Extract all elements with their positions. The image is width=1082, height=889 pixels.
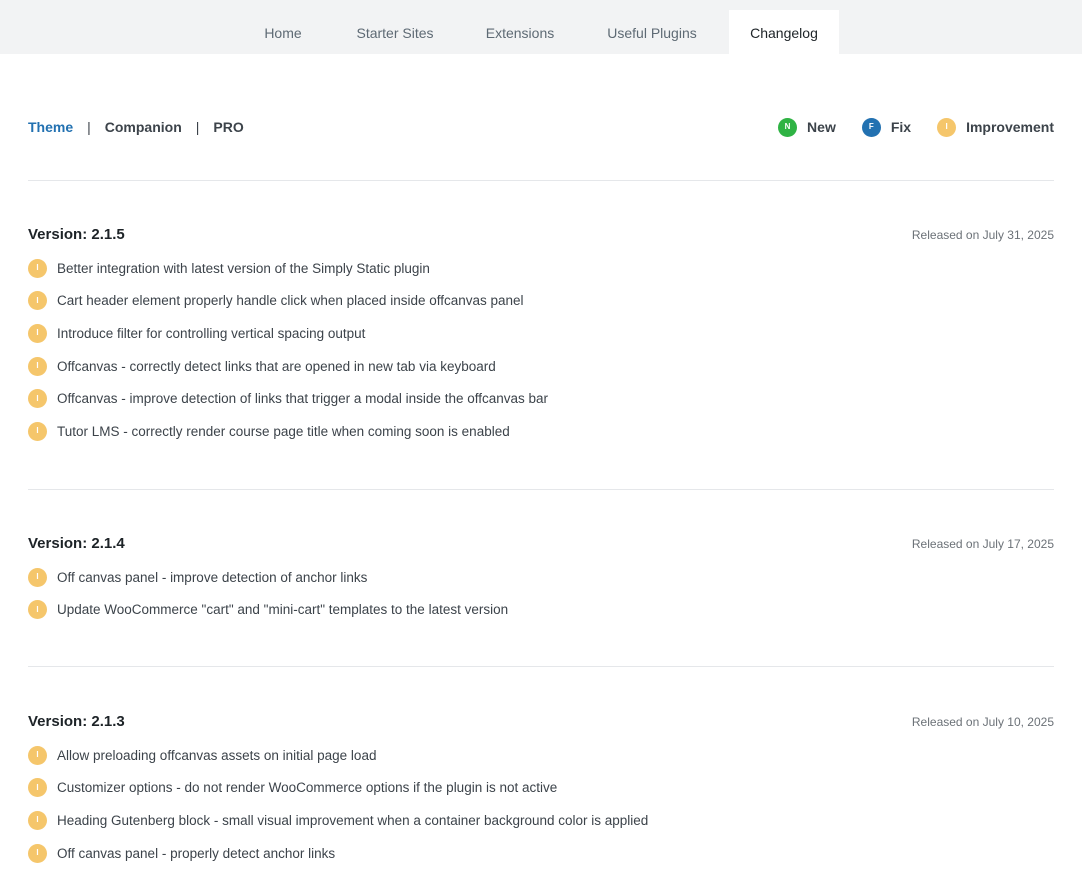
list-item: I Heading Gutenberg block - small visual … [28,804,1054,837]
change-text: Heading Gutenberg block - small visual i… [57,812,649,828]
improvement-badge-icon: I [28,356,47,376]
version-title: Version: 2.1.3 [28,713,125,730]
improvement-badge-icon: I [28,843,47,863]
improvement-badge-icon: I [28,778,47,798]
change-text: Better integration with latest version o… [57,260,430,276]
change-text: Update WooCommerce "cart" and "mini-cart… [57,602,509,618]
change-list: I Allow preloading offcanvas assets on in… [28,739,1054,869]
improvement-badge-icon: I [28,567,47,587]
improvement-badge-icon: I [28,600,47,620]
improvement-badge-icon: I [937,117,957,137]
improvement-badge-icon: I [28,745,47,765]
changelog-subnav: Theme | Companion | PRO [28,118,244,136]
change-list: I Off canvas panel - improve detection of… [28,561,1054,626]
version-title: Version: 2.1.5 [28,226,125,243]
improvement-badge-icon: I [28,323,47,343]
change-text: Offcanvas - improve detection of links t… [57,391,549,407]
version-block: Version: 2.1.3 Released on July 10, 2025… [28,711,1054,869]
list-item: I Update WooCommerce "cart" and "mini-car… [28,594,1054,627]
legend-improvement: I Improvement [937,117,1054,137]
release-date: Released on July 10, 2025 [911,715,1054,729]
legend-new-label: New [807,119,836,135]
list-item: I Cart header element properly handle cli… [28,285,1054,318]
list-item: I Introduce filter for controlling vertic… [28,317,1054,350]
legend-fix-label: Fix [890,119,912,135]
improvement-badge-icon: I [28,810,47,830]
top-tab-bar: Home Starter Sites Extensions Useful Plu… [0,0,1082,54]
change-text: Off canvas panel - properly detect ancho… [57,845,336,861]
improvement-badge-icon: I [28,389,47,409]
divider [28,666,1054,667]
legend-fix: F Fix [861,117,912,137]
change-text: Customizer options - do not render WooCo… [57,780,558,796]
tab-changelog[interactable]: Changelog [729,10,839,54]
change-text: Offcanvas - correctly detect links that … [57,358,496,374]
list-item: I Off canvas panel - improve detection of… [28,561,1054,594]
subnav-separator: | [87,119,91,135]
list-item: I Offcanvas - improve detection of links … [28,382,1054,415]
tab-home[interactable]: Home [237,10,329,54]
improvement-badge-icon: I [28,291,47,311]
tab-starter-sites[interactable]: Starter Sites [337,10,453,54]
list-item: I Allow preloading offcanvas assets on in… [28,739,1054,772]
fix-badge-icon: F [861,117,881,137]
list-item: I Better integration with latest version … [28,252,1054,285]
new-badge-icon: N [778,117,798,137]
improvement-badge-icon: I [28,258,47,278]
change-text: Allow preloading offcanvas assets on ini… [57,747,377,763]
change-list: I Better integration with latest version … [28,252,1054,448]
improvement-badge-icon: I [28,421,47,441]
change-text: Off canvas panel - improve detection of … [57,569,368,585]
divider [28,180,1054,181]
subnav-theme-link[interactable]: Theme [28,118,73,136]
subnav-pro-link[interactable]: PRO [213,118,243,136]
release-date: Released on July 31, 2025 [911,228,1054,242]
list-item: I Offcanvas - correctly detect links that… [28,350,1054,383]
list-item: I Off canvas panel - properly detect anch… [28,837,1054,870]
change-text: Introduce filter for controlling vertica… [57,325,366,341]
version-block: Version: 2.1.5 Released on July 31, 2025… [28,224,1054,448]
list-item: I Customizer options - do not render WooC… [28,772,1054,805]
divider [28,489,1054,490]
version-block: Version: 2.1.4 Released on July 17, 2025… [28,533,1054,626]
version-title: Version: 2.1.4 [28,535,125,552]
release-date: Released on July 17, 2025 [911,537,1054,551]
subnav-separator: | [195,119,200,135]
tab-useful-plugins[interactable]: Useful Plugins [586,10,718,54]
legend-new: N New [778,117,836,137]
change-text: Tutor LMS - correctly render course page… [57,423,510,439]
tab-extensions[interactable]: Extensions [463,10,577,54]
changelog-legend: N New F Fix I Improvement [752,117,1054,137]
subnav-companion-link[interactable]: Companion [105,118,182,136]
change-text: Cart header element properly handle clic… [57,293,524,309]
legend-improvement-label: Improvement [966,119,1054,135]
list-item: I Tutor LMS - correctly render course pag… [28,415,1054,448]
